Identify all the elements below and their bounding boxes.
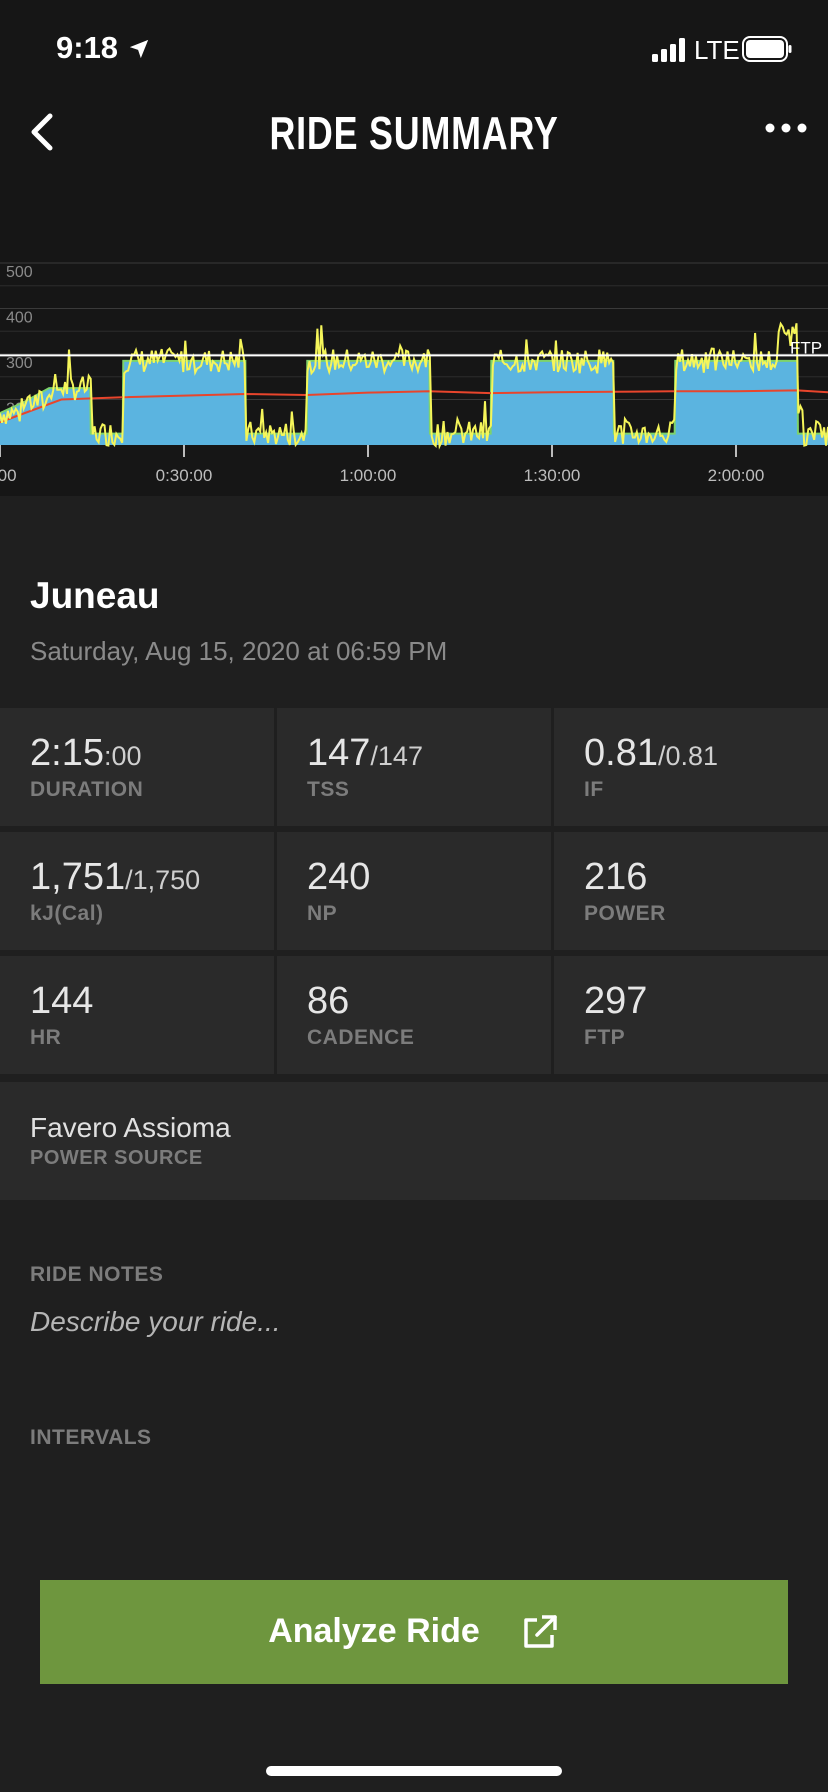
network-type: LTE xyxy=(694,35,740,65)
stat-sub: /0.81 xyxy=(657,741,719,771)
ride-notes-title: RIDE NOTES xyxy=(30,1263,164,1286)
status-time: 9:18 xyxy=(56,30,119,65)
analyze-ride-button[interactable]: Analyze Ride xyxy=(40,1580,788,1684)
stat-label: HR xyxy=(30,1026,62,1049)
power-chart[interactable]: 500400300200FTP0:000:30:001:00:001:30:00… xyxy=(0,196,828,496)
stat-sub: /1,750 xyxy=(125,865,201,895)
location-arrow-icon xyxy=(129,39,149,59)
stat-value: 0.81 xyxy=(584,732,658,774)
x-tick-label: 1:30:00 xyxy=(524,466,581,485)
stat-sub: :00 xyxy=(103,741,142,771)
page-title: RIDE SUMMARY xyxy=(269,107,559,159)
chevron-left-icon[interactable] xyxy=(24,112,64,152)
y-tick-label: 400 xyxy=(6,310,33,327)
stat-label: TSS xyxy=(307,778,350,801)
y-tick-label: 500 xyxy=(6,264,33,281)
power-chart-svg: 500400300200FTP0:000:30:001:00:001:30:00… xyxy=(0,262,828,485)
nav-header: RIDE SUMMARY xyxy=(0,100,828,196)
stat-label: CADENCE xyxy=(307,1026,415,1049)
stat-label: IF xyxy=(584,778,604,801)
stat-sub: /147 xyxy=(370,741,423,771)
x-tick-label: 2:00:00 xyxy=(708,466,765,485)
ride-name: Juneau xyxy=(30,575,160,616)
stat-value: 86 xyxy=(307,980,350,1022)
intervals-title: INTERVALS xyxy=(30,1426,152,1449)
stat-cadence: 86 CADENCE xyxy=(277,956,551,1074)
stat-value: 297 xyxy=(584,980,648,1022)
stat-np: 240 NP xyxy=(277,832,551,950)
more-horizontal-icon[interactable] xyxy=(764,118,808,138)
ftp-label: FTP xyxy=(790,338,822,357)
stat-value: 144 xyxy=(30,980,94,1022)
x-tick-label: 1:00:00 xyxy=(340,466,397,485)
stat-value: 2:15 xyxy=(30,732,104,774)
stat-label: kJ(Cal) xyxy=(30,902,104,925)
stat-label: DURATION xyxy=(30,778,144,801)
stat-hr: 144 HR xyxy=(0,956,274,1074)
power-source-label: POWER SOURCE xyxy=(30,1147,203,1169)
stat-ftp: 297 FTP xyxy=(554,956,828,1074)
stat-label: FTP xyxy=(584,1026,626,1049)
stat-tss: 147/147 TSS xyxy=(277,708,551,826)
analyze-ride-label: Analyze Ride xyxy=(268,1612,480,1650)
y-tick-label: 300 xyxy=(6,355,33,372)
stat-duration: 2:15:00 DURATION xyxy=(0,708,274,826)
home-indicator xyxy=(266,1766,562,1776)
ride-date: Saturday, Aug 15, 2020 at 06:59 PM xyxy=(30,636,448,666)
stat-value: 147 xyxy=(307,732,371,774)
stat-value: 1,751 xyxy=(30,856,126,898)
x-tick-label: 0:00 xyxy=(0,466,17,485)
signal-bars-icon xyxy=(652,38,685,62)
stat-label: NP xyxy=(307,902,338,925)
stat-value: 240 xyxy=(307,856,371,898)
status-bar: 9:18 LTE xyxy=(0,0,828,100)
stat-value: 216 xyxy=(584,856,648,898)
stat-power: 216 POWER xyxy=(554,832,828,950)
power-source: Favero Assioma POWER SOURCE xyxy=(0,1082,828,1200)
x-tick-label: 0:30:00 xyxy=(156,466,213,485)
stat-kj: 1,751/1,750 kJ(Cal) xyxy=(0,832,274,950)
ride-notes-input[interactable] xyxy=(30,1306,790,1338)
battery-icon xyxy=(742,36,792,62)
stat-label: POWER xyxy=(584,902,666,925)
power-source-value: Favero Assioma xyxy=(30,1112,231,1143)
external-link-icon xyxy=(524,1615,557,1648)
stat-if: 0.81/0.81 IF xyxy=(554,708,828,826)
